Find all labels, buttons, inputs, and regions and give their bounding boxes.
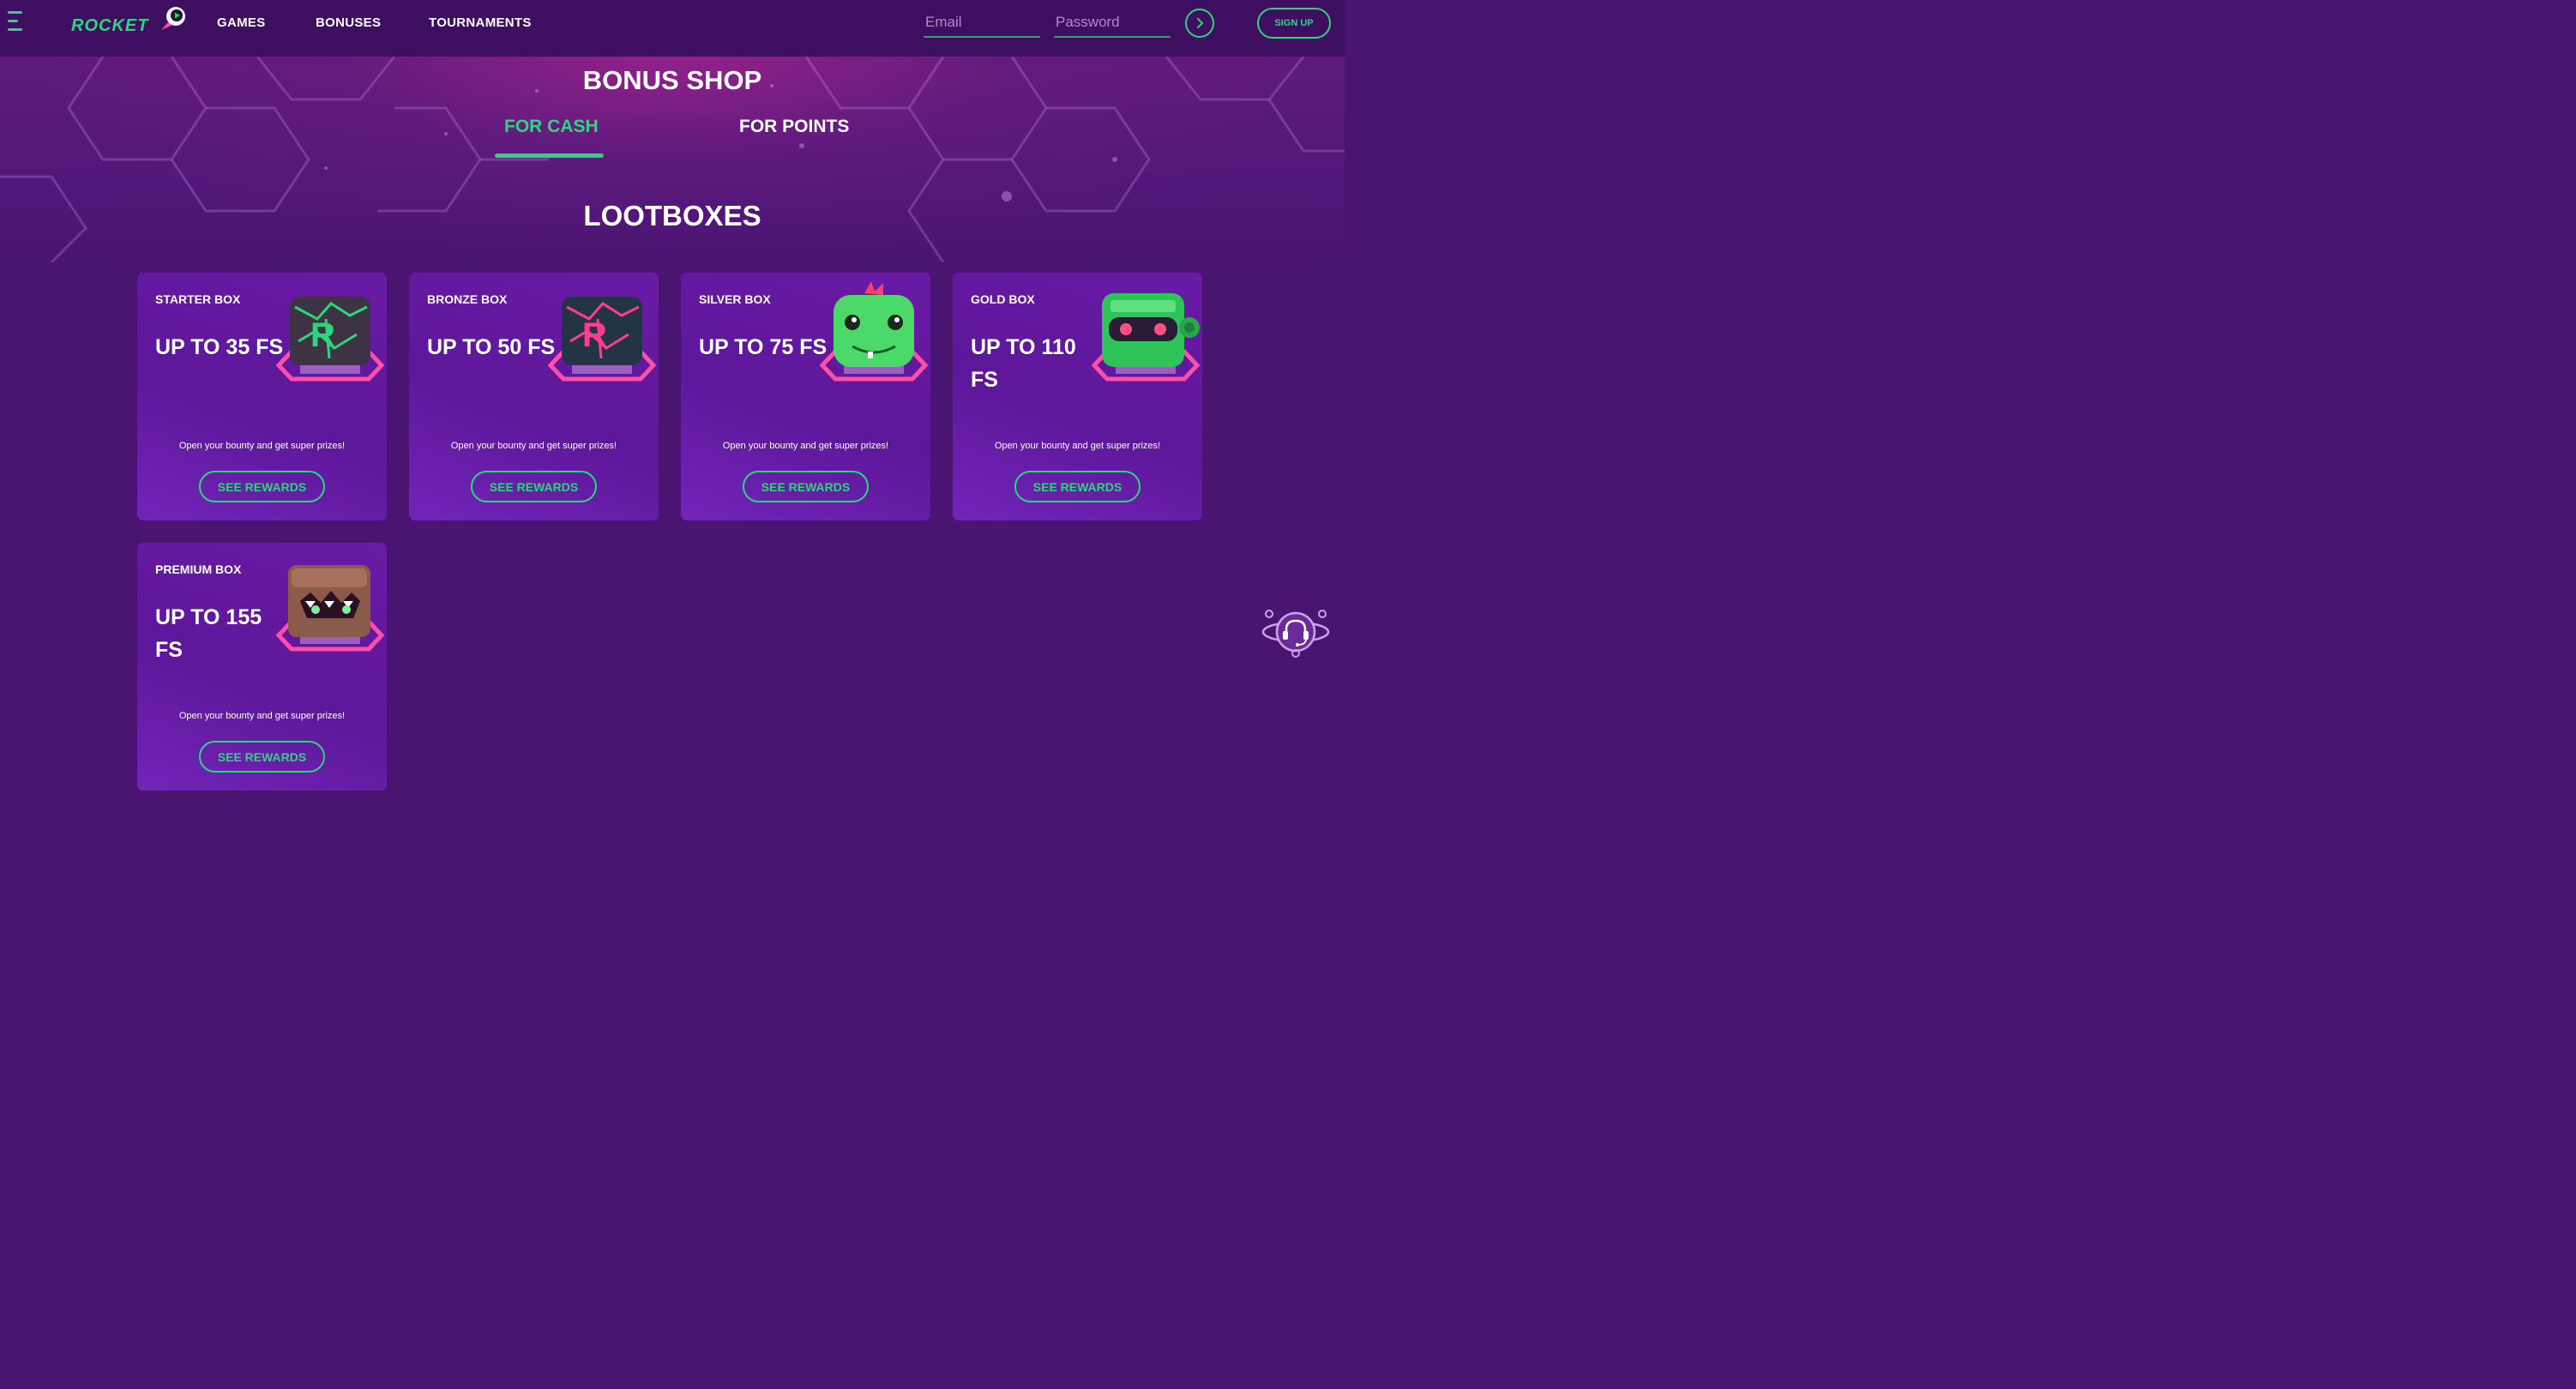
lootbox-card: GOLD BOX UP TO 110 FS Open your bounty a… bbox=[953, 273, 1202, 520]
active-tab-indicator bbox=[495, 153, 604, 158]
see-rewards-button[interactable]: SEE REWARDS bbox=[1014, 471, 1141, 502]
tab-for-cash[interactable]: FOR CASH bbox=[504, 117, 599, 137]
gold-box-icon bbox=[1091, 293, 1201, 382]
lootbox-card: BRONZE BOX UP TO 50 FS R Open your bount… bbox=[409, 273, 659, 520]
support-chat-icon[interactable] bbox=[1261, 605, 1331, 658]
menu-icon[interactable] bbox=[8, 11, 23, 32]
card-title: SILVER BOX bbox=[699, 292, 771, 306]
logo-text: ROCKET bbox=[71, 16, 149, 35]
card-reward-value: UP TO 110 FS bbox=[971, 335, 1076, 392]
card-reward-value: UP TO 35 FS bbox=[155, 335, 284, 359]
card-description: Open your bounty and get super prizes! bbox=[178, 711, 346, 721]
signup-button[interactable]: SIGN UP bbox=[1257, 8, 1331, 39]
lootbox-card: SILVER BOX UP TO 75 FS Open your bounty … bbox=[681, 273, 930, 520]
email-field[interactable] bbox=[924, 9, 1040, 38]
card-reward-value: UP TO 155 FS bbox=[155, 605, 262, 662]
see-rewards-button[interactable]: SEE REWARDS bbox=[471, 471, 597, 502]
chevron-right-icon bbox=[1197, 18, 1203, 28]
lootbox-card: STARTER BOX UP TO 35 FS R Open your boun… bbox=[137, 273, 387, 520]
see-rewards-button[interactable]: SEE REWARDS bbox=[199, 471, 325, 502]
svg-text:R: R bbox=[310, 316, 335, 354]
rocket-mascot-icon bbox=[161, 7, 185, 30]
nav-games[interactable]: GAMES bbox=[217, 15, 266, 30]
silver-box-icon bbox=[819, 281, 929, 382]
login-submit-button[interactable] bbox=[1185, 9, 1214, 38]
card-title: BRONZE BOX bbox=[427, 292, 508, 306]
password-field[interactable] bbox=[1054, 9, 1171, 38]
card-description: Open your bounty and get super prizes! bbox=[450, 441, 617, 451]
card-reward-value: UP TO 50 FS bbox=[427, 335, 556, 359]
card-reward-value: UP TO 75 FS bbox=[699, 335, 828, 359]
tab-for-points[interactable]: FOR POINTS bbox=[739, 117, 849, 137]
card-title: PREMIUM BOX bbox=[155, 562, 242, 576]
card-description: Open your bounty and get super prizes! bbox=[722, 441, 889, 451]
card-title: STARTER BOX bbox=[155, 292, 241, 306]
see-rewards-button[interactable]: SEE REWARDS bbox=[743, 471, 869, 502]
card-title: GOLD BOX bbox=[971, 292, 1035, 306]
card-description: Open your bounty and get super prizes! bbox=[994, 441, 1161, 451]
logo[interactable]: ROCKET bbox=[71, 4, 191, 39]
see-rewards-button[interactable]: SEE REWARDS bbox=[199, 741, 325, 773]
svg-text:R: R bbox=[582, 316, 607, 354]
section-title: LOOTBOXES bbox=[583, 200, 761, 232]
card-description: Open your bounty and get super prizes! bbox=[178, 441, 346, 451]
premium-box-icon bbox=[275, 565, 385, 652]
bronze-box-icon: R bbox=[547, 297, 657, 382]
nav-tournaments[interactable]: TOURNAMENTS bbox=[429, 15, 532, 30]
top-header: ROCKET GAMES BONUSES TOURNAMENTS SIGN UP bbox=[0, 0, 1345, 57]
lootbox-card: PREMIUM BOX UP TO 155 FS Open your bount… bbox=[137, 543, 387, 791]
starter-box-icon: R bbox=[275, 297, 385, 382]
nav-bonuses[interactable]: BONUSES bbox=[316, 15, 381, 30]
page-title: BONUS SHOP bbox=[582, 65, 762, 95]
